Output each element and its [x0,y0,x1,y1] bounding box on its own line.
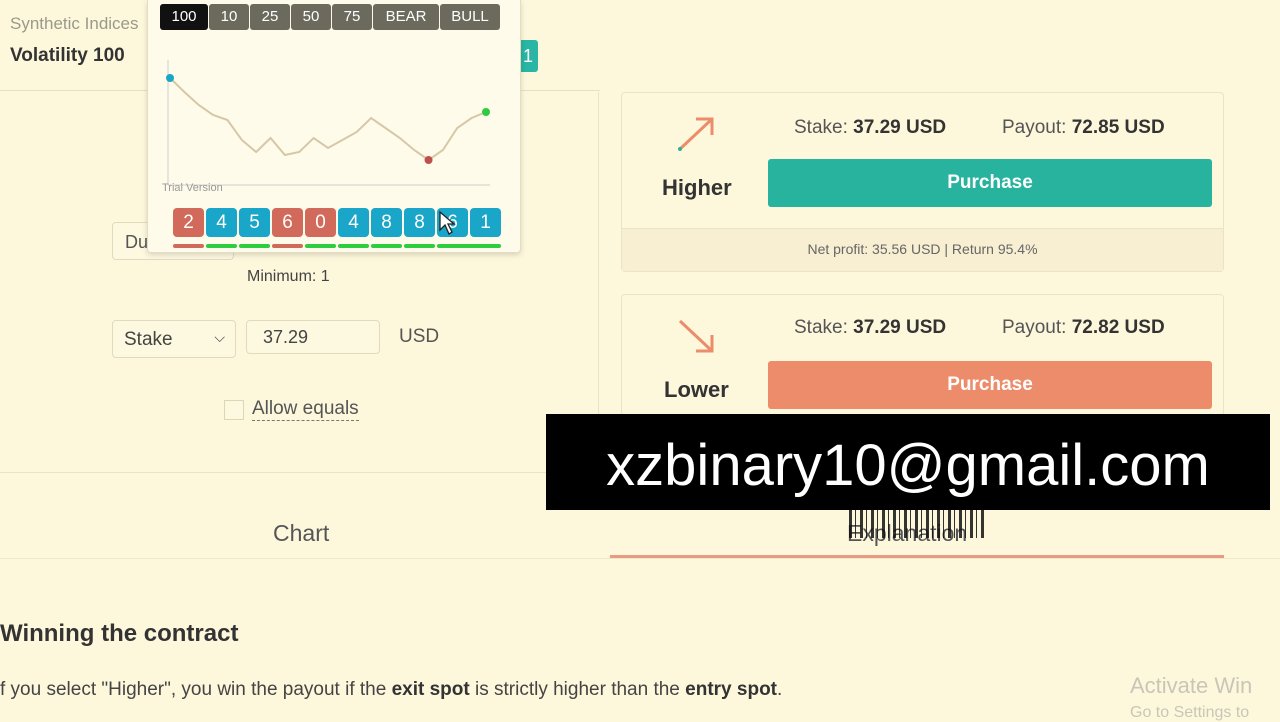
trend-bar [437,244,501,248]
stake-type-select[interactable]: Stake ⌵ [112,320,236,358]
digit-trend-bars [173,244,501,248]
duration-label: Du [125,232,149,252]
trend-bar [404,244,435,248]
higher-label: Higher [662,175,732,200]
digit-cell: 1 [470,208,501,237]
minimum-hint: Minimum: 1 [247,268,330,285]
tabs-divider [0,558,1280,559]
digit-cell: 8 [404,208,435,237]
currency-label: USD [399,326,440,347]
stake-amount-input[interactable] [246,320,380,354]
first-tick-marker [166,74,174,82]
lower-label: Lower [664,377,729,402]
volatility-button-50[interactable]: 50 [291,4,331,30]
email-overlay-banner: xzbinary10@gmail.com [546,414,1270,510]
tick-series-line [169,77,487,162]
activate-windows-subtitle: Go to Settings to [1130,704,1250,721]
higher-contract-card: Higher Stake: 37.29 USD Payout: 72.85 US… [621,92,1224,272]
market-name[interactable]: Volatility 100 [10,45,125,67]
lower-contract-card: Lower Stake: 37.29 USD Payout: 72.82 USD… [621,294,1224,416]
stake-select-label: Stake [124,329,173,350]
volatility-button-100[interactable]: 100 [160,4,208,30]
market-chip[interactable]: 1 [518,40,538,72]
market-category: Synthetic Indices [10,14,139,33]
volatility-button-75[interactable]: 75 [332,4,372,30]
volatility-button-10[interactable]: 10 [209,4,249,30]
lowest-tick-marker [424,156,433,164]
trial-watermark: Trial Version [162,182,223,194]
digit-cell: 2 [173,208,204,237]
trend-bar [272,244,303,248]
net-profit-strip: Net profit: 35.56 USD | Return 95.4% [622,228,1223,271]
trend-bar [239,244,270,248]
higher-purchase-button[interactable]: Purchase [768,159,1212,207]
lower-payout: Payout: 72.82 USD [1002,317,1165,338]
active-tab-indicator [610,555,1224,558]
arrow-down-right-icon [678,319,714,353]
higher-stake: Stake: 37.29 USD [794,117,947,138]
digit-cell: 4 [338,208,369,237]
volatility-button-bull[interactable]: BULL [440,4,500,30]
arrow-up-right-icon [678,117,714,151]
activate-windows-title: Activate Win [1130,673,1253,698]
explanation-text: f you select "Higher", you win the payou… [0,679,783,700]
chevron-down-icon: ⌵ [214,329,225,345]
volatility-button-bear[interactable]: BEAR [373,4,439,30]
trend-bar [173,244,204,248]
higher-payout: Payout: 72.85 USD [1002,117,1165,138]
trend-bar [206,244,237,248]
barcode-overlay [849,508,985,538]
digit-cell: 6 [272,208,303,237]
explanation-title: Winning the contract [0,620,239,647]
last-tick-marker [482,108,490,116]
higher-net-profit: Net profit: 35.56 USD | Return 95.4% [807,241,1038,257]
digit-cell: 5 [239,208,270,237]
digit-cell: 8 [371,208,402,237]
digit-analysis-popup: 100 10 25 50 75 BEAR BULL Trial Version 245604… [147,0,521,253]
volatility-button-25[interactable]: 25 [250,4,290,30]
lower-purchase-button[interactable]: Purchase [768,361,1212,409]
cursor-pointer-icon [439,210,456,235]
tick-line-chart [166,60,490,186]
trend-bar [338,244,369,248]
allow-equals-checkbox[interactable] [224,400,244,420]
volatility-button-row: 100 10 25 50 75 BEAR BULL [160,4,500,30]
digit-cell: 0 [305,208,336,237]
tab-chart[interactable]: Chart [273,520,329,547]
allow-equals-label[interactable]: Allow equals [252,398,359,421]
trend-bar [371,244,402,248]
lower-stake: Stake: 37.29 USD [794,317,947,338]
digit-cell: 4 [206,208,237,237]
trend-bar [305,244,336,248]
